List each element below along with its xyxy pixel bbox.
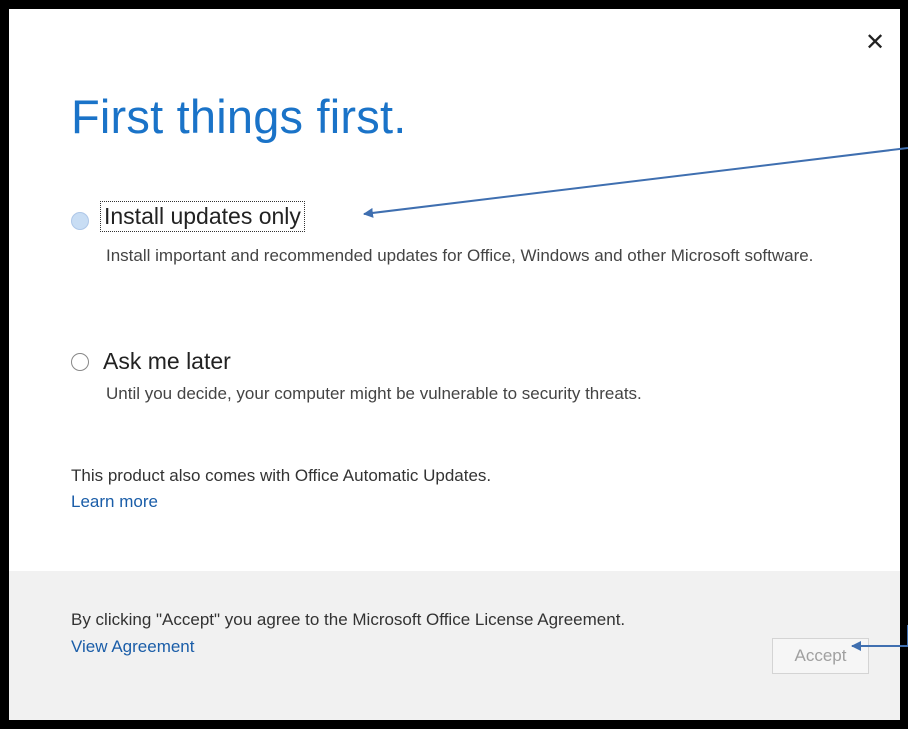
footer: By clicking "Accept" you agree to the Mi… [9, 571, 900, 720]
accept-button[interactable]: Accept [772, 638, 869, 674]
install-updates-label[interactable]: Install updates only [100, 201, 305, 232]
view-agreement-link[interactable]: View Agreement [71, 633, 711, 660]
agreement-text: By clicking "Accept" you agree to the Mi… [71, 610, 626, 629]
ask-later-label[interactable]: Ask me later [103, 348, 231, 375]
dialog: ✕ First things first. Install updates on… [9, 9, 900, 720]
page-title: First things first. [71, 90, 407, 143]
learn-more-link[interactable]: Learn more [71, 492, 491, 512]
info-text-block: This product also comes with Office Auto… [71, 466, 491, 512]
radio-install-updates[interactable] [71, 212, 89, 230]
ask-later-description: Until you decide, your computer might be… [106, 384, 642, 403]
radio-ask-later[interactable] [71, 353, 89, 371]
agreement-text-block: By clicking "Accept" you agree to the Mi… [71, 606, 711, 660]
install-updates-description: Install important and recommended update… [106, 246, 814, 265]
auto-updates-info: This product also comes with Office Auto… [71, 466, 492, 485]
close-icon[interactable]: ✕ [864, 30, 886, 54]
